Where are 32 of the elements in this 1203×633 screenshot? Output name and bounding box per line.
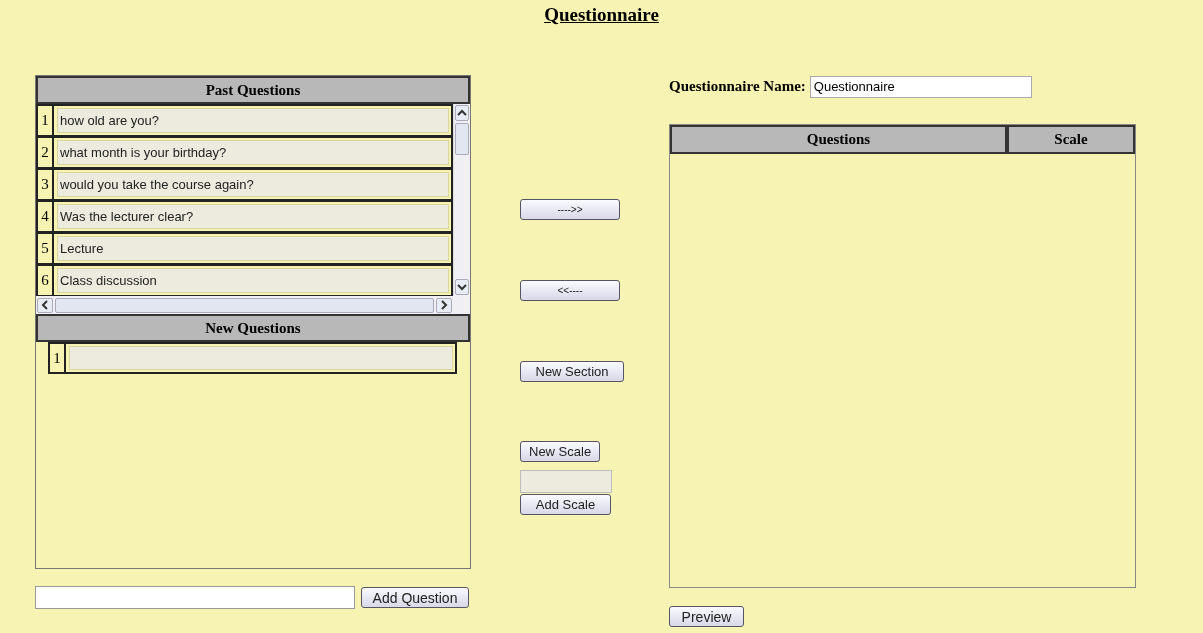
question-field[interactable]: Class discussion <box>57 268 449 293</box>
column-header: Questions <box>670 125 1007 154</box>
section-header: New Questions <box>36 314 470 342</box>
question-field[interactable]: Was the lecturer clear? <box>57 204 449 229</box>
section-header: Past Questions <box>36 76 470 104</box>
scroll-thumb[interactable] <box>455 123 469 155</box>
move-button[interactable]: ---->> <box>520 199 620 220</box>
horizontal-scrollbar[interactable] <box>36 296 470 314</box>
add-question-button[interactable]: Add Question <box>361 587 469 608</box>
new-scale-button[interactable]: New Scale <box>520 441 601 462</box>
add-scale-button[interactable]: Add Scale <box>520 494 611 515</box>
scroll-thumb[interactable] <box>55 297 434 313</box>
name-label: Questionnaire Name: <box>669 78 806 95</box>
name-input[interactable]: Questionnaire <box>809 75 1032 98</box>
scroll-down-icon[interactable] <box>455 279 469 295</box>
question-field[interactable] <box>69 346 453 370</box>
scale-input[interactable] <box>520 470 612 493</box>
question-input[interactable] <box>35 586 355 609</box>
vertical-scrollbar[interactable] <box>453 104 470 296</box>
new-section-button[interactable]: New Section <box>520 361 624 382</box>
preview-button[interactable]: Preview <box>669 606 744 627</box>
page-title: Questionnaire <box>543 3 660 25</box>
question-field[interactable]: what month is your birthday? <box>57 140 449 165</box>
question-field[interactable]: Lecture <box>57 236 449 261</box>
scroll-up-icon[interactable] <box>455 105 469 121</box>
move-button[interactable]: <<---- <box>520 280 620 301</box>
question-field[interactable]: how old are you? <box>57 108 449 133</box>
question-field[interactable]: would you take the course again? <box>57 172 449 197</box>
column-header: Scale <box>1007 125 1135 154</box>
row-number: 1 <box>50 344 66 372</box>
scroll-right-icon[interactable] <box>436 297 452 313</box>
scroll-left-icon[interactable] <box>37 297 53 313</box>
